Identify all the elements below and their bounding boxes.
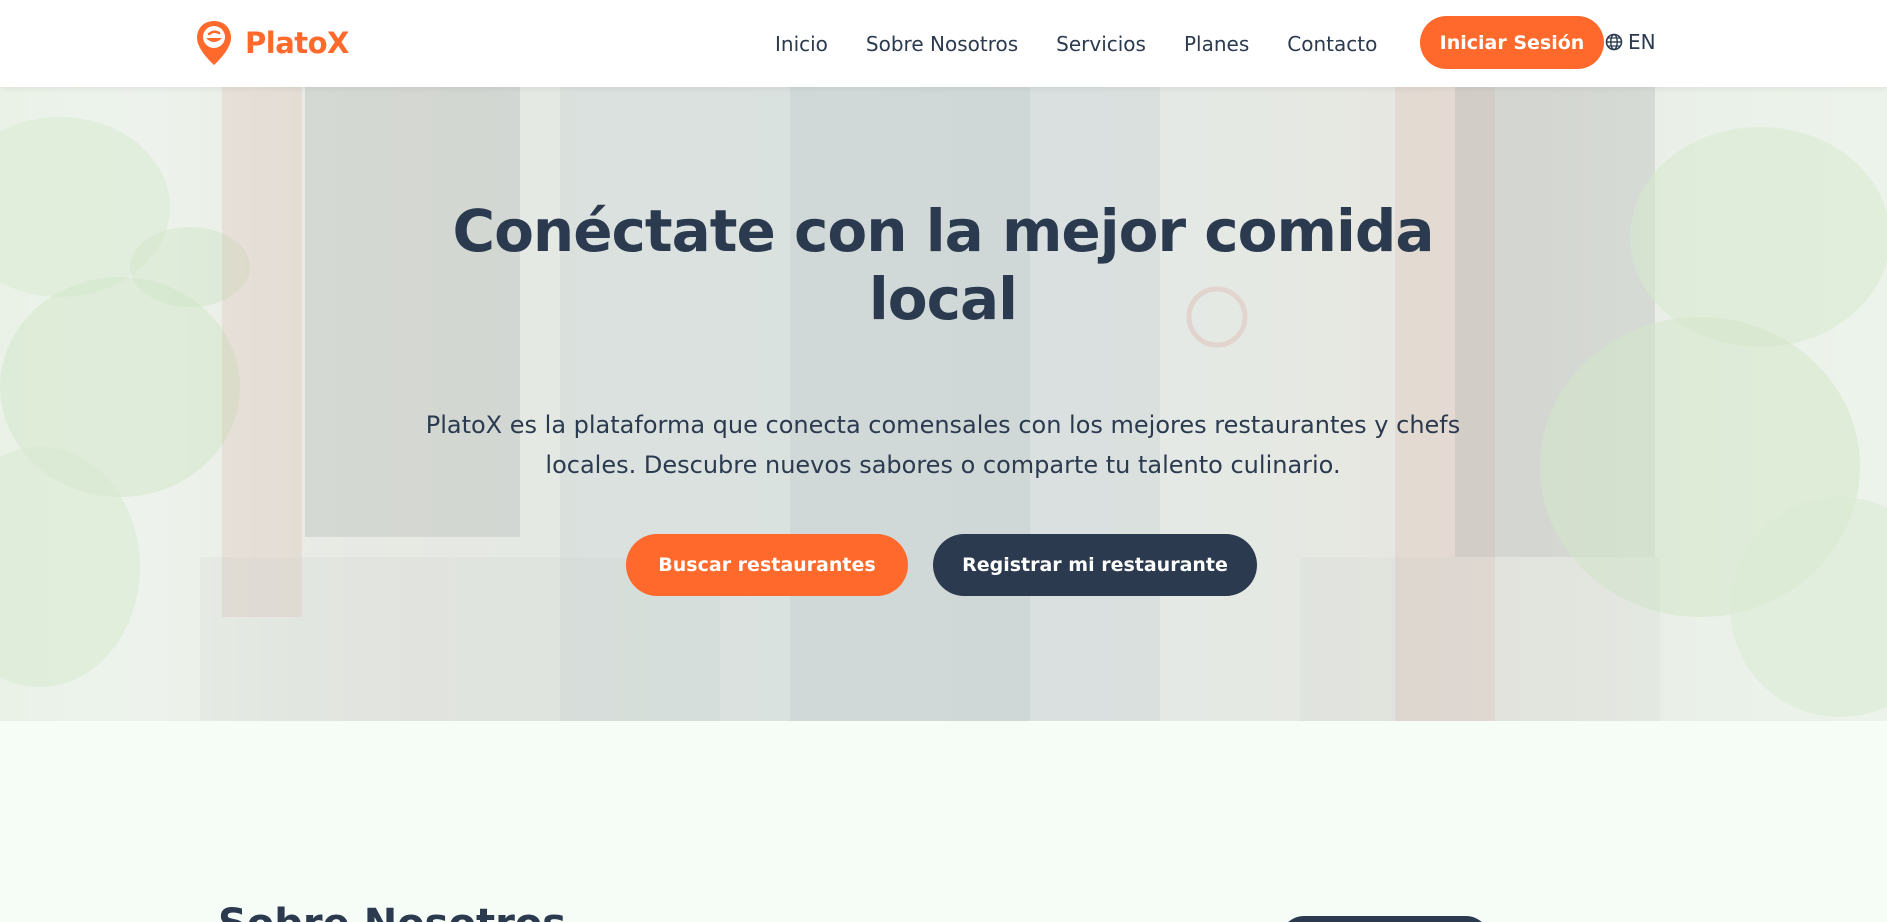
about-heading: Sobre Nosotros: [218, 901, 566, 922]
language-switcher[interactable]: EN: [1605, 30, 1656, 54]
hero-subtitle: PlatoX es la plataforma que conecta come…: [425, 411, 1461, 479]
nav-link-sobre-nosotros[interactable]: Sobre Nosotros: [866, 32, 1018, 56]
hero-section: Conéctate con la mejor comida local Plat…: [0, 87, 1887, 721]
nav-link-planes[interactable]: Planes: [1184, 32, 1249, 56]
about-image-card: [1280, 916, 1490, 922]
hero-overlay: [0, 87, 1887, 721]
location-pin-dish-icon: [197, 21, 231, 65]
globe-icon: [1605, 33, 1623, 51]
nav-link-contacto[interactable]: Contacto: [1287, 32, 1377, 56]
register-restaurant-button[interactable]: Registrar mi restaurante: [933, 534, 1257, 596]
nav-link-inicio[interactable]: Inicio: [775, 32, 828, 56]
main-nav: Inicio Sobre Nosotros Servicios Planes C…: [775, 0, 1415, 87]
brand[interactable]: PlatoX: [195, 19, 349, 67]
language-label: EN: [1628, 30, 1656, 54]
nav-link-servicios[interactable]: Servicios: [1056, 32, 1146, 56]
login-button[interactable]: Iniciar Sesión: [1420, 16, 1604, 69]
hero-title: Conéctate con la mejor comida local: [452, 197, 1435, 333]
brand-name: PlatoX: [245, 26, 349, 60]
search-restaurants-button[interactable]: Buscar restaurantes: [626, 534, 908, 596]
site-header: PlatoX Inicio Sobre Nosotros Servicios P…: [0, 0, 1887, 87]
about-section: Sobre Nosotros: [0, 721, 1887, 922]
